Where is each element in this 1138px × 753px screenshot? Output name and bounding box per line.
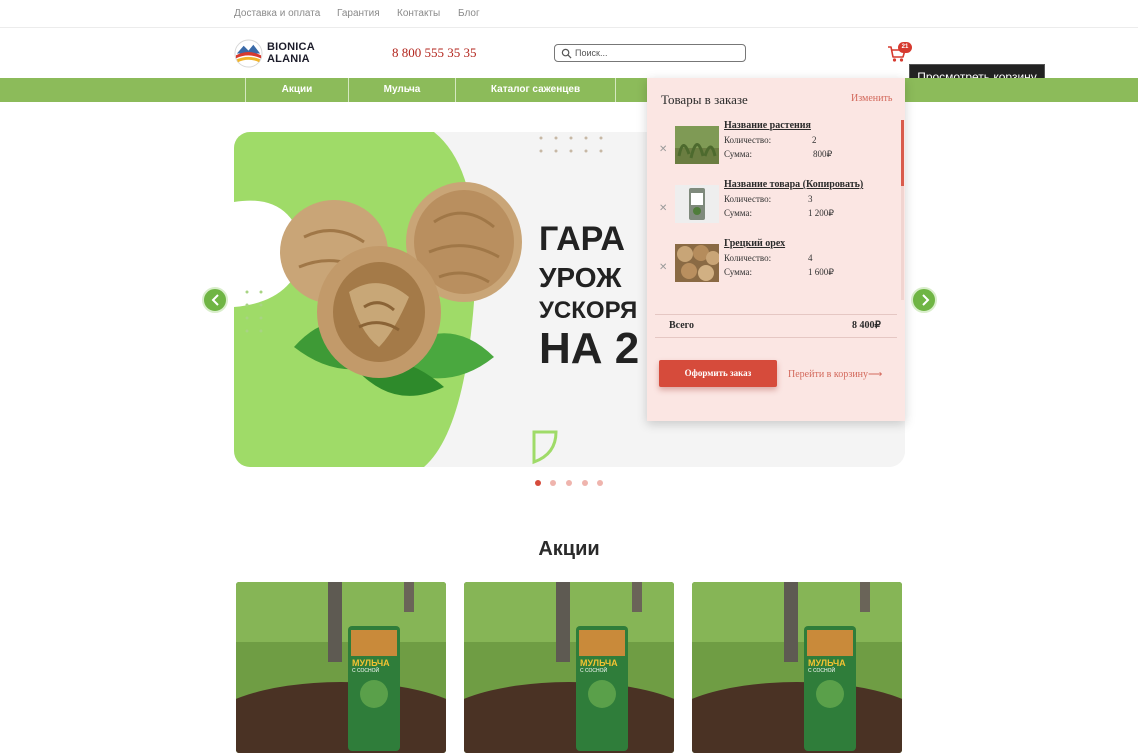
item-qty-label: Количество: xyxy=(724,135,772,145)
item-qty: 4 xyxy=(808,253,813,263)
cart-panel-title: Товары в заказе xyxy=(661,92,748,107)
link-blog[interactable]: Блог xyxy=(458,8,480,19)
item-thumbnail xyxy=(675,244,719,282)
link-warranty[interactable]: Гарантия xyxy=(337,8,380,19)
item-name[interactable]: Грецкий орех xyxy=(724,238,785,249)
pack-subtitle: С СОСНОЙ xyxy=(580,668,608,674)
pack-subtitle: С СОСНОЙ xyxy=(352,668,380,674)
slide-line-3: УСКОРЯ xyxy=(539,297,638,324)
go-to-cart-link[interactable]: Перейти в корзину⟶ xyxy=(788,369,882,380)
pack-title: МУЛЬЧА xyxy=(352,658,390,668)
slider-dot-1[interactable] xyxy=(535,480,541,486)
slider-next-button[interactable] xyxy=(911,287,937,313)
checkout-button[interactable]: Оформить заказ xyxy=(659,360,777,387)
logo-line1: BIONICA xyxy=(267,41,315,53)
item-thumbnail xyxy=(675,185,719,223)
promo-card[interactable]: МУЛЬЧА С СОСНОЙ xyxy=(464,582,674,753)
nav-item-promotions[interactable]: Акции xyxy=(245,78,348,102)
cart-item: ✕ Название растения Количество: 2 Сумма:… xyxy=(647,118,905,174)
link-contacts[interactable]: Контакты xyxy=(397,8,440,19)
slide-line-2: УРОЖ xyxy=(539,262,622,293)
remove-item-icon[interactable]: ✕ xyxy=(659,262,667,273)
item-thumbnail xyxy=(675,126,719,164)
chevron-left-icon xyxy=(211,294,219,306)
slider-prev-button[interactable] xyxy=(202,287,228,313)
promo-card-image xyxy=(464,582,674,753)
search-input[interactable] xyxy=(575,46,740,60)
cart-item-list: ✕ Название растения Количество: 2 Сумма:… xyxy=(647,118,905,304)
promotions-title: Акции xyxy=(538,538,600,560)
cart-item: ✕ Грецкий орех Количество: 4 Сумма: 1 60… xyxy=(647,236,905,292)
phone-number[interactable]: 8 800 555 35 35 xyxy=(392,45,477,61)
main-nav: Акции Мульча Каталог саженцев xyxy=(0,78,1138,102)
pack-title: МУЛЬЧА xyxy=(808,658,846,668)
pack-subtitle: С СОСНОЙ xyxy=(808,668,836,674)
promo-card-image xyxy=(236,582,446,753)
item-qty-label: Количество: xyxy=(724,194,772,204)
search-box[interactable] xyxy=(554,44,746,62)
remove-item-icon[interactable]: ✕ xyxy=(659,144,667,155)
cart-edit-link[interactable]: Изменить xyxy=(851,93,892,104)
chevron-right-icon xyxy=(922,294,930,306)
slider-dot-2[interactable] xyxy=(550,480,556,486)
promo-card[interactable]: МУЛЬЧА С СОСНОЙ xyxy=(236,582,446,753)
nav-divider xyxy=(615,78,647,102)
item-sum-label: Сумма: xyxy=(724,267,752,277)
item-name[interactable]: Название товара (Копировать) xyxy=(724,179,863,190)
item-sum-label: Сумма: xyxy=(724,208,752,218)
slide-line-4: НА 2 xyxy=(539,324,640,373)
nav-item-mulch[interactable]: Мульча xyxy=(348,78,455,102)
cart-dropdown: Товары в заказе Изменить ✕ Название раст… xyxy=(647,78,905,421)
item-qty: 2 xyxy=(812,135,817,145)
item-sum: 1 600₽ xyxy=(808,267,834,277)
divider xyxy=(655,314,897,315)
link-delivery[interactable]: Доставка и оплата xyxy=(234,8,320,19)
item-qty: 3 xyxy=(808,194,813,204)
promo-card[interactable]: МУЛЬЧА С СОСНОЙ xyxy=(692,582,902,753)
total-label: Всего xyxy=(669,320,694,331)
cart-item: ✕ Название товара (Копировать) Количеств… xyxy=(647,177,905,233)
item-sum: 800₽ xyxy=(813,149,833,159)
nav-item-seedlings[interactable]: Каталог саженцев xyxy=(455,78,615,102)
pack-title: МУЛЬЧА xyxy=(580,658,618,668)
total-value: 8 400₽ xyxy=(852,320,881,331)
item-sum: 1 200₽ xyxy=(808,208,834,218)
cart-scrollbar[interactable] xyxy=(901,120,904,300)
slider-dot-3[interactable] xyxy=(566,480,572,486)
search-icon xyxy=(561,48,572,59)
cart-scrollbar-thumb[interactable] xyxy=(901,120,904,186)
slide-line-1: ГАРА xyxy=(539,220,625,258)
logo-mark-icon xyxy=(234,39,263,68)
divider xyxy=(655,337,897,338)
item-qty-label: Количество: xyxy=(724,253,772,263)
slider-dot-4[interactable] xyxy=(582,480,588,486)
logo[interactable]: BIONICA ALANIA xyxy=(234,39,328,68)
logo-line2: ALANIA xyxy=(267,53,310,65)
slider-dot-5[interactable] xyxy=(597,480,603,486)
remove-item-icon[interactable]: ✕ xyxy=(659,203,667,214)
promo-card-image xyxy=(692,582,902,753)
logo-text: BIONICA ALANIA xyxy=(267,41,315,65)
cart-count-badge: 21 xyxy=(898,42,912,53)
top-links-bar: Доставка и оплата Гарантия Контакты Блог xyxy=(0,0,1138,28)
item-sum-label: Сумма: xyxy=(724,149,752,159)
item-name[interactable]: Название растения xyxy=(724,120,811,131)
